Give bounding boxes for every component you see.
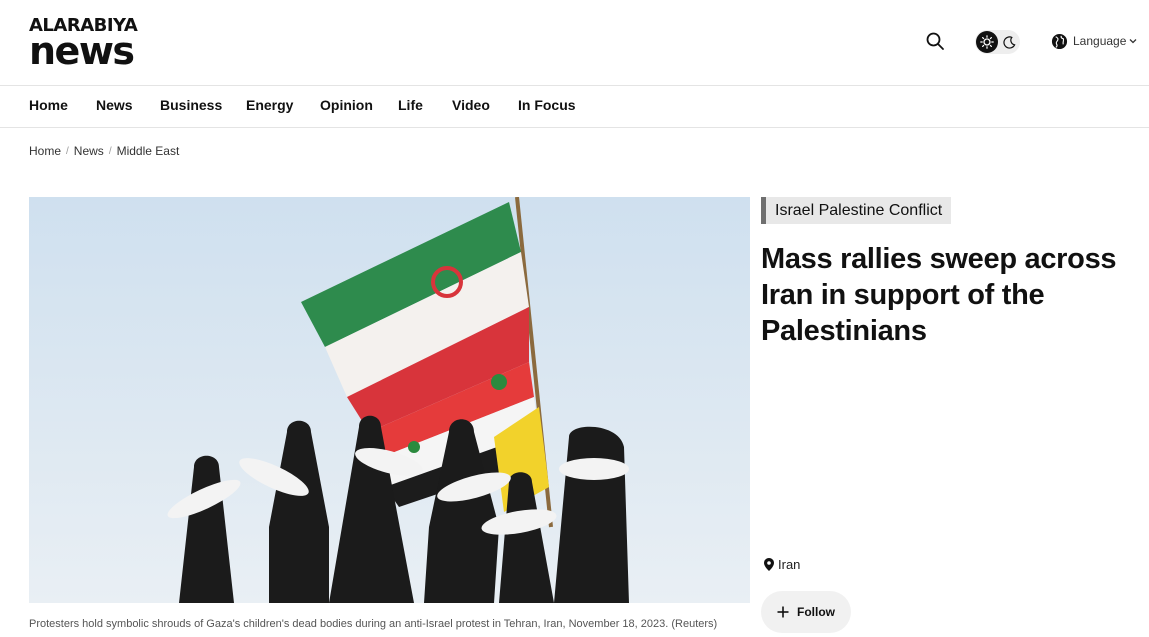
breadcrumb-home[interactable]: Home — [29, 144, 61, 158]
nav-item-life[interactable]: Life — [398, 97, 423, 113]
language-label: Language — [1073, 34, 1127, 48]
nav-item-business[interactable]: Business — [160, 97, 222, 113]
nav-item-in-focus[interactable]: In Focus — [518, 97, 576, 113]
category-tag[interactable]: Israel Palestine Conflict — [761, 197, 952, 224]
globe-icon — [1051, 33, 1068, 49]
nav-item-opinion[interactable]: Opinion — [320, 97, 373, 113]
location-link[interactable]: Iran — [764, 557, 800, 572]
search-icon — [926, 32, 944, 50]
breadcrumb-news[interactable]: News — [74, 144, 104, 158]
hero-image — [29, 197, 750, 603]
image-caption: Protesters hold symbolic shrouds of Gaza… — [29, 618, 718, 630]
theme-toggle[interactable] — [975, 30, 1020, 54]
site-header: ALARABIYA news Language — [0, 0, 1149, 86]
language-selector[interactable]: Language — [1051, 32, 1137, 50]
site-logo[interactable]: ALARABIYA news — [29, 17, 138, 73]
follow-button[interactable]: Follow — [761, 591, 851, 633]
breadcrumb: Home / News / Middle East — [29, 144, 179, 158]
sun-icon — [976, 31, 998, 53]
breadcrumb-separator: / — [66, 145, 69, 157]
main-nav: Home News Business Energy Opinion Life V… — [0, 86, 1149, 128]
moon-icon — [1001, 34, 1017, 50]
breadcrumb-separator: / — [108, 145, 112, 157]
search-button[interactable] — [925, 31, 945, 51]
nav-item-energy[interactable]: Energy — [246, 97, 293, 113]
map-pin-icon — [764, 558, 774, 571]
article-title: Mass rallies sweep across Iran in suppor… — [761, 243, 1117, 347]
follow-label: Follow — [797, 605, 835, 619]
chevron-down-icon — [1129, 39, 1137, 44]
nav-item-news[interactable]: News — [96, 97, 133, 113]
location-label: Iran — [778, 557, 801, 572]
plus-icon — [777, 606, 789, 618]
nav-item-home[interactable]: Home — [29, 97, 68, 113]
logo-bottom-text: news — [29, 29, 135, 73]
nav-item-video[interactable]: Video — [452, 97, 490, 113]
breadcrumb-middle-east[interactable]: Middle East — [117, 144, 180, 158]
